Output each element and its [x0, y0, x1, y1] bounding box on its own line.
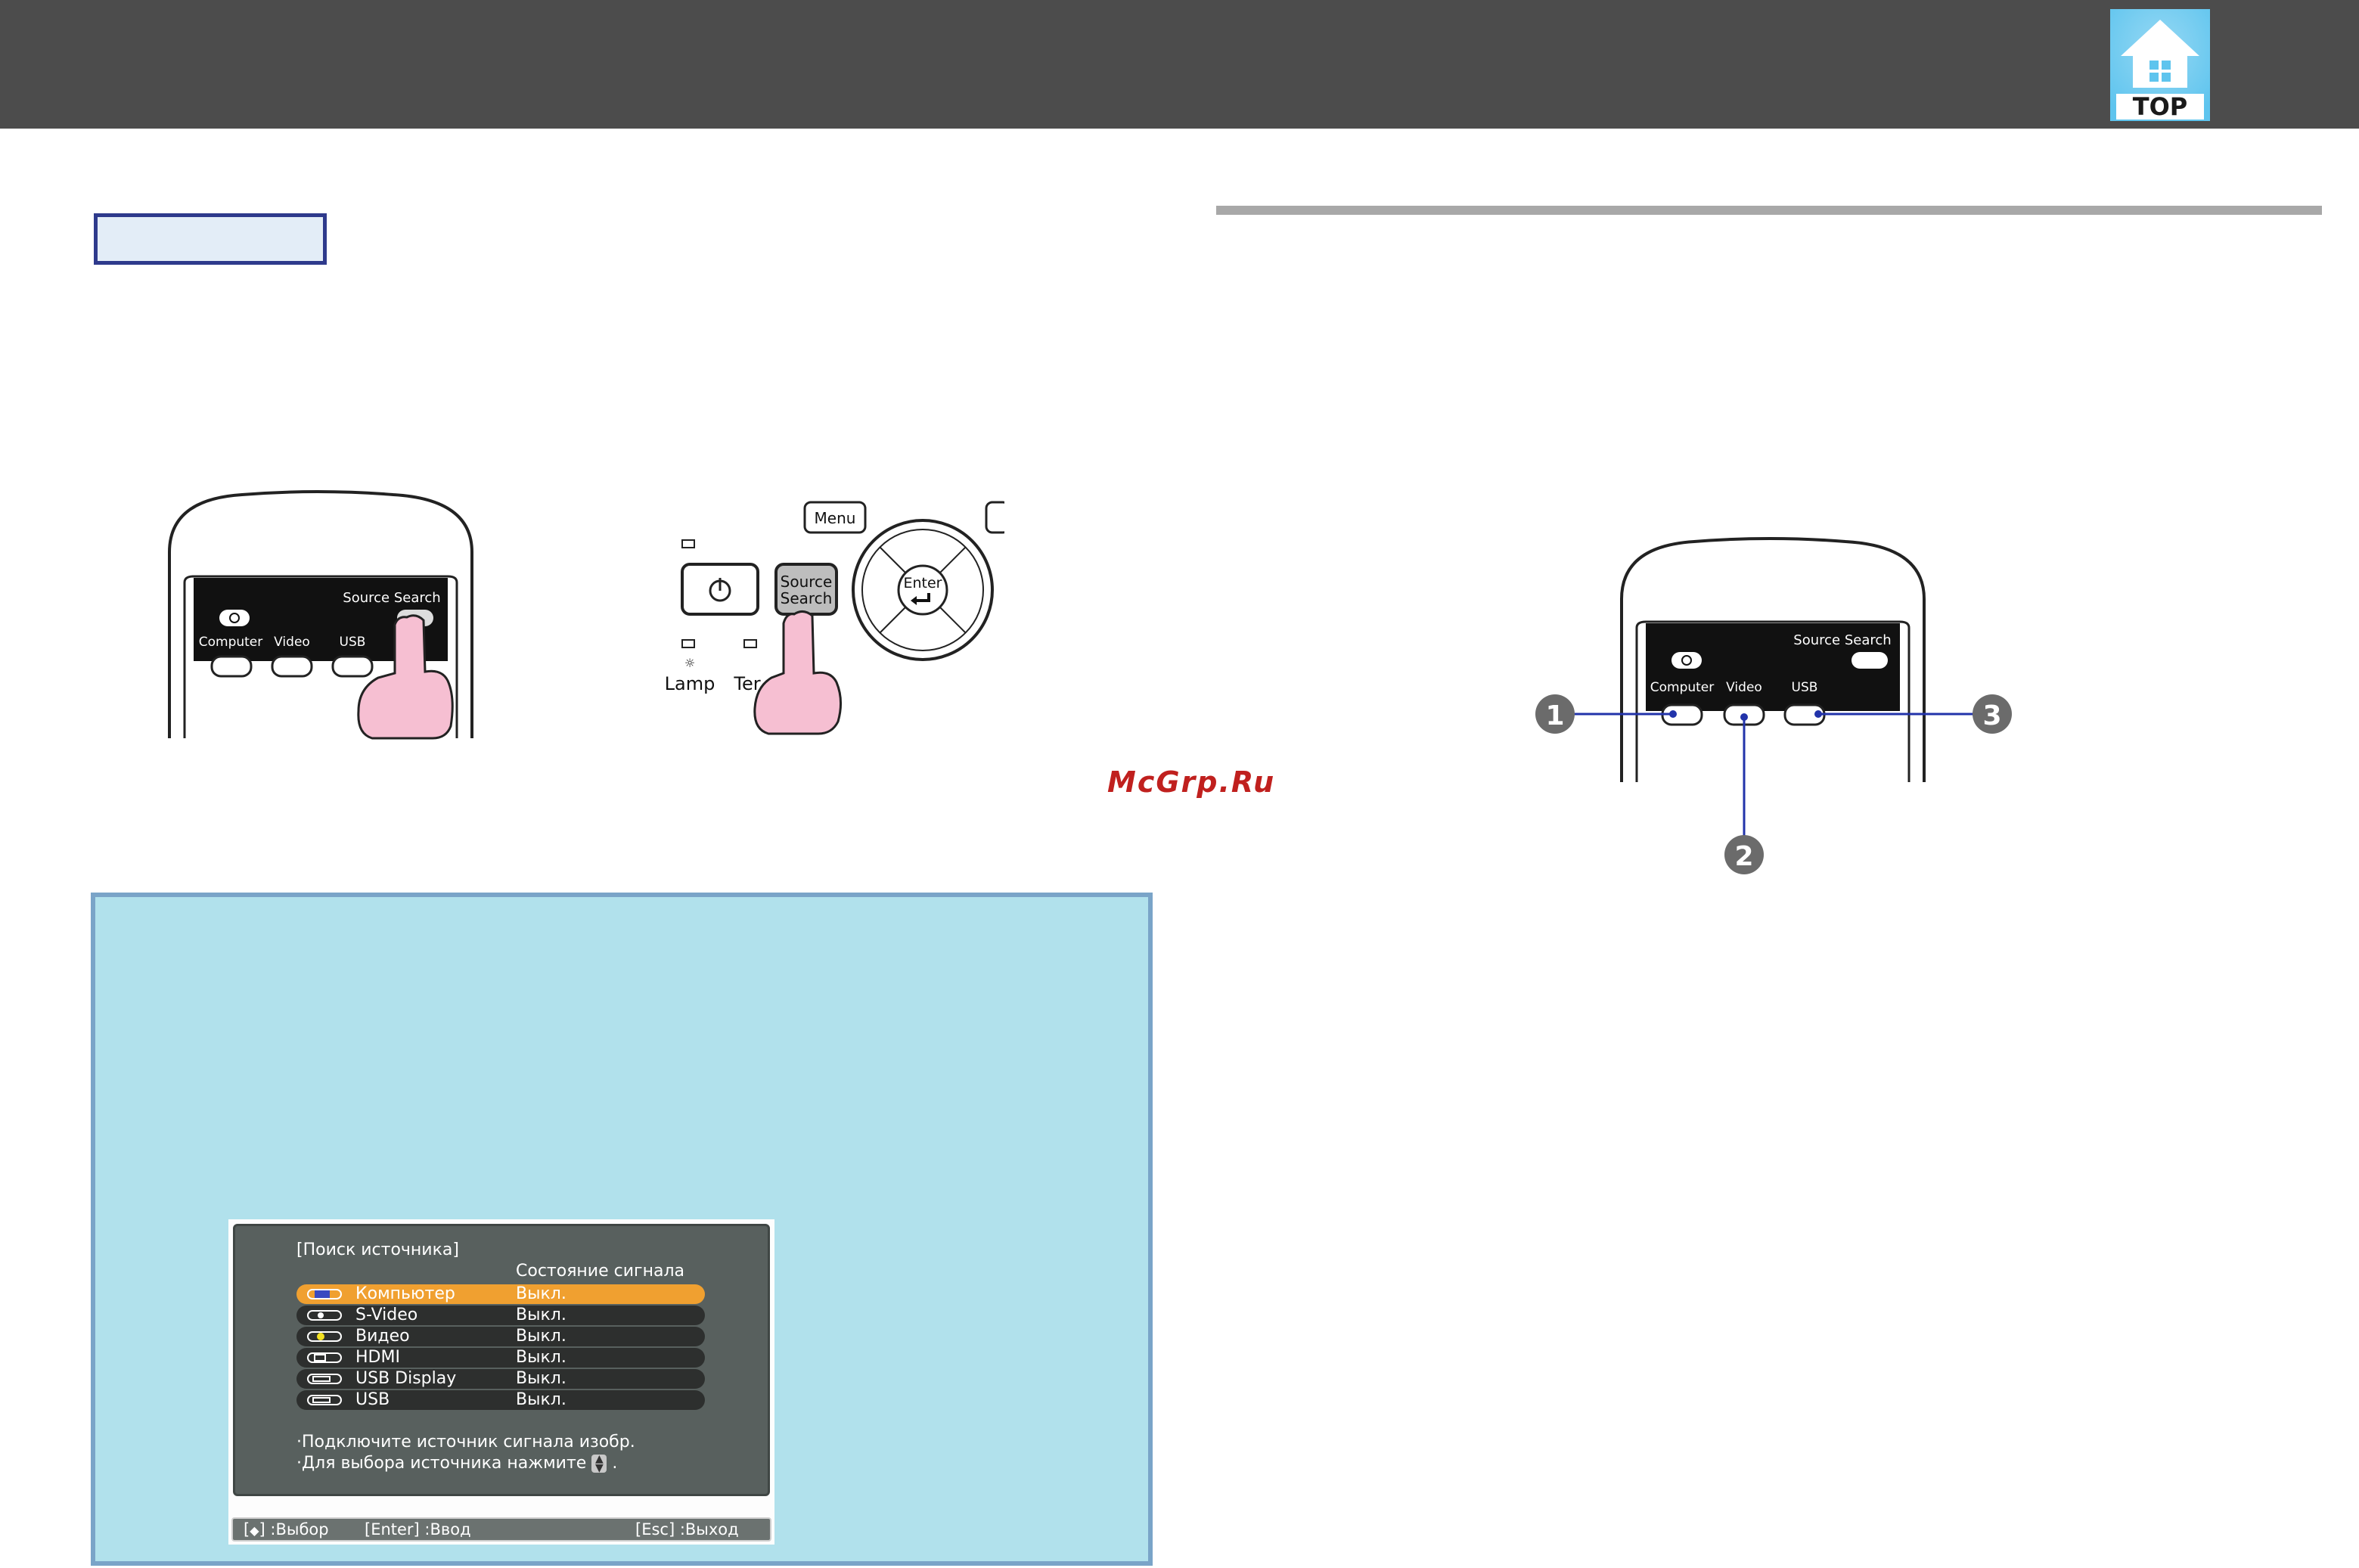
control-panel-illustration: Menu Source Search Enter ☼ Lamp Ter: [665, 501, 1004, 735]
osd-row-state: Выкл.: [516, 1390, 566, 1409]
menu-label: Menu: [815, 509, 856, 527]
lamp-icon: ☼: [684, 656, 695, 670]
page-header: [0, 0, 2359, 129]
source-search-button: [1852, 652, 1888, 669]
footer-enter: [Enter] :Ввод: [365, 1520, 471, 1539]
remote-illustration-right: Source Search Computer Video USB 1 2 3: [1535, 537, 2012, 874]
osd-row-state: Выкл.: [516, 1306, 566, 1324]
osd-row-svideo: S-Video Выкл.: [296, 1306, 705, 1325]
osd-hint-2-text: ·Для выбора источника нажмите: [296, 1454, 587, 1473]
osd-row-name: USB: [355, 1390, 390, 1409]
osd-row-name: S-Video: [355, 1306, 418, 1324]
osd-row-name: Видео: [355, 1327, 410, 1346]
usb-label: USB: [1792, 680, 1818, 695]
procedure-label-box: [94, 213, 327, 265]
temp-label: Ter: [733, 673, 760, 694]
osd-row-name: USB Display: [355, 1369, 457, 1388]
osd-row-computer: Компьютер Выкл.: [296, 1284, 705, 1304]
osd-hint-1: ·Подключите источник сигнала изобр.: [296, 1433, 635, 1452]
video-label: Video: [1726, 680, 1762, 695]
osd-row-state: Выкл.: [516, 1369, 566, 1388]
remote-illustration-left: Source Search Computer Video USB: [168, 490, 473, 740]
computer-label: Computer: [199, 635, 263, 650]
watermark: McGrp.Ru: [1107, 765, 1276, 799]
usb-display-port-icon: [307, 1374, 342, 1384]
source-label: Source: [781, 573, 833, 591]
top-label: TOP: [2133, 92, 2187, 121]
power-button: [219, 610, 250, 626]
osd-row-video: Видео Выкл.: [296, 1327, 705, 1346]
svg-text:3: 3: [1982, 700, 2001, 731]
osd-hint-2: ·Для выбора источника нажмите ▲ ▼ .: [296, 1454, 617, 1473]
video-label: Video: [274, 635, 310, 650]
search-label: Search: [781, 589, 833, 607]
osd-row-state: Выкл.: [516, 1348, 566, 1367]
source-search-label: Source Search: [1793, 632, 1891, 648]
home-icon: TOP: [2110, 9, 2210, 121]
usb-port-icon: [307, 1395, 342, 1405]
power-button: [1671, 652, 1702, 669]
computer-port-icon: [307, 1289, 342, 1299]
svideo-port-icon: [307, 1310, 342, 1321]
svg-text:2: 2: [1734, 841, 1753, 872]
osd-row-usb-display: USB Display Выкл.: [296, 1369, 705, 1389]
usb-label: USB: [340, 635, 366, 650]
section-rule: [1216, 206, 2322, 215]
osd-title: [Поиск источника]: [296, 1240, 459, 1259]
osd-status-header: Состояние сигнала: [516, 1262, 684, 1281]
osd-row-hdmi: HDMI Выкл.: [296, 1348, 705, 1368]
footer-select: [◆] :Выбор: [244, 1520, 329, 1539]
enter-label: Enter: [904, 575, 942, 591]
osd-row-state: Выкл.: [516, 1327, 566, 1346]
lamp-label: Lamp: [665, 673, 715, 694]
finger-icon: [753, 610, 842, 735]
up-down-arrow-icon: ▲ ▼: [591, 1454, 607, 1473]
osd-row-name: Компьютер: [355, 1284, 455, 1303]
osd-row-state: Выкл.: [516, 1284, 566, 1303]
top-button[interactable]: TOP: [2110, 9, 2210, 121]
source-search-label: Source Search: [343, 590, 440, 606]
video-port-icon: [307, 1331, 342, 1342]
up-down-arrow-icon: ◆: [250, 1523, 259, 1538]
osd-row-name: HDMI: [355, 1348, 400, 1367]
svg-text:1: 1: [1545, 700, 1564, 731]
footer-exit: [Esc] :Выход: [635, 1520, 739, 1539]
osd-hint-2-end: .: [612, 1454, 618, 1473]
osd-row-usb: USB Выкл.: [296, 1390, 705, 1410]
hdmi-port-icon: [307, 1352, 342, 1363]
computer-label: Computer: [1650, 680, 1715, 695]
